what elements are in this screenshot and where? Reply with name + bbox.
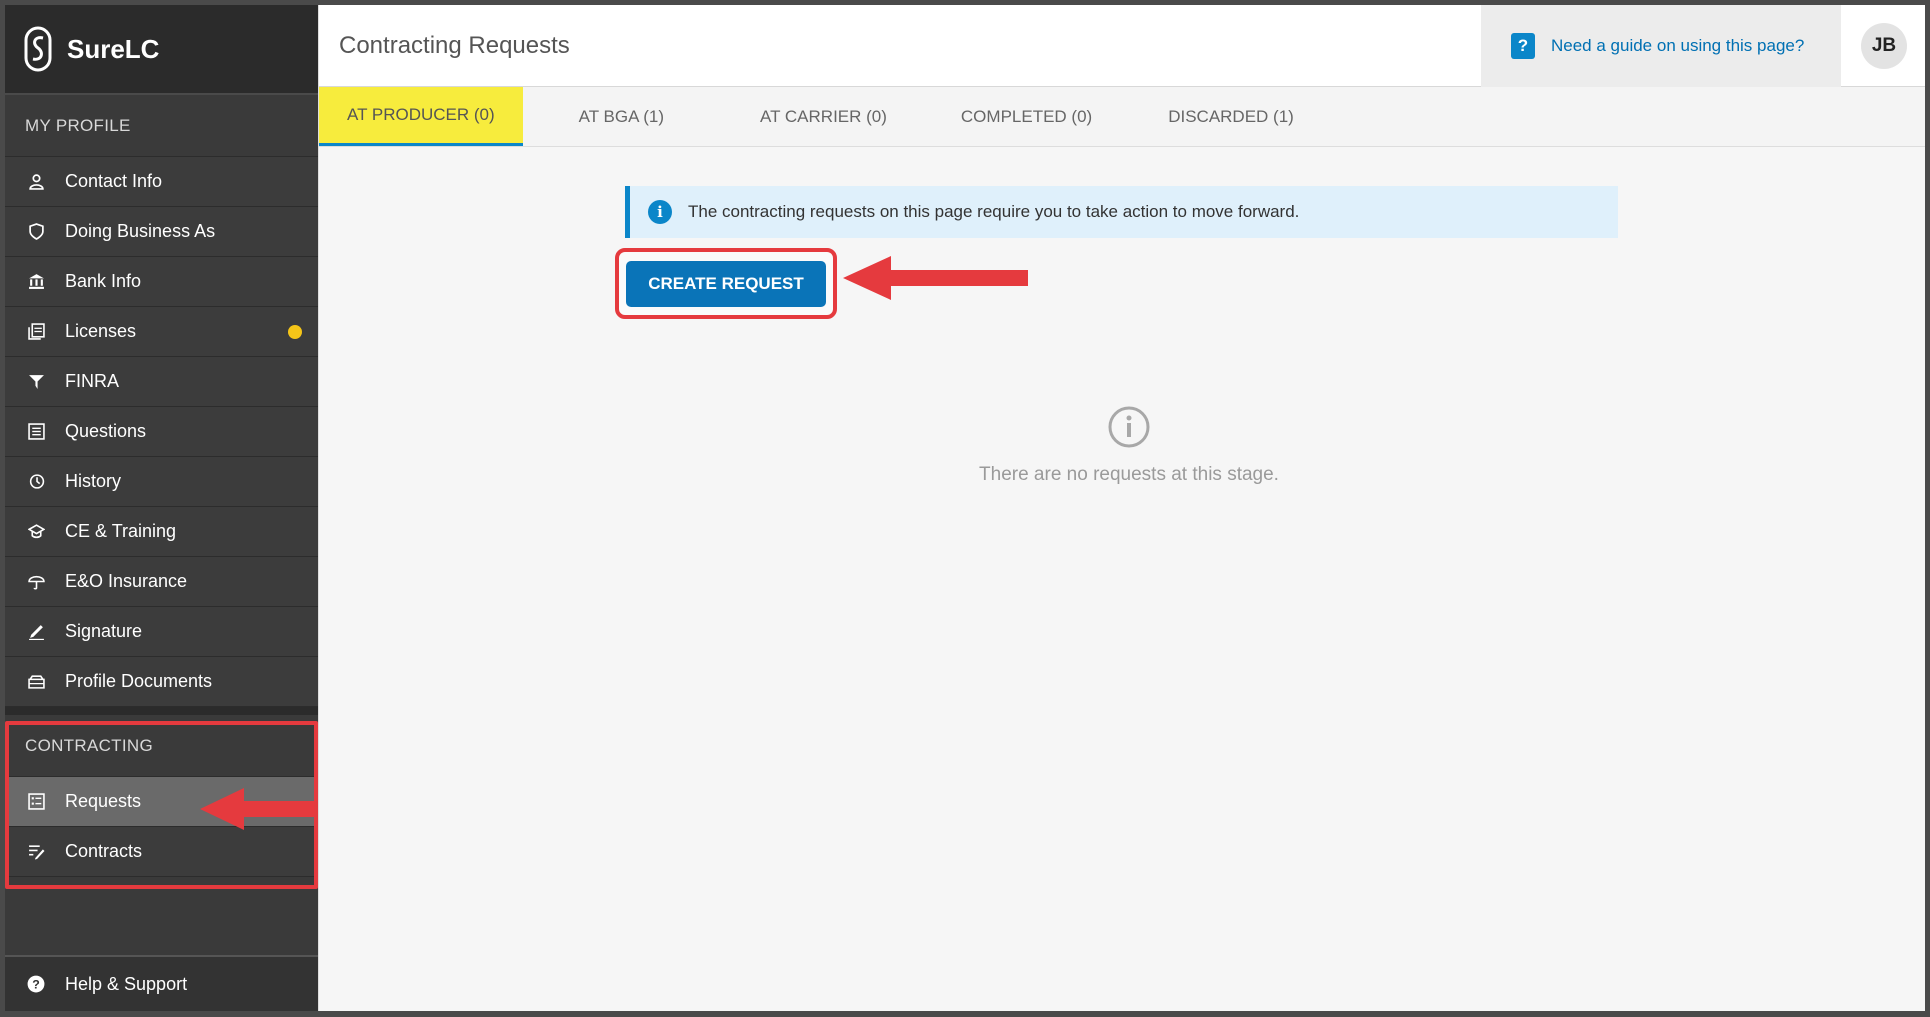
sidebar-divider <box>5 707 318 715</box>
tab-completed[interactable]: COMPLETED (0) <box>915 87 1128 146</box>
license-icon <box>25 321 47 343</box>
alert-text: The contracting requests on this page re… <box>688 202 1300 221</box>
info-alert: i The contracting requests on this page … <box>625 186 1618 238</box>
sidebar-item-label: Bank Info <box>65 271 142 291</box>
sidebar-item-label: Requests <box>65 791 142 811</box>
warning-dot <box>288 325 302 339</box>
top-bar: Contracting Requests ? Need a guide on u… <box>319 5 1925 87</box>
sidebar-item-label: Help & Support <box>65 973 188 994</box>
sidebar-item-bank-info[interactable]: Bank Info <box>5 257 318 307</box>
sidebar-item-label: Contracts <box>65 841 143 861</box>
tab-discarded[interactable]: DISCARDED (1) <box>1128 87 1330 146</box>
logo-icon <box>23 25 53 73</box>
app-window: SureLC MY PROFILE Contact Info Doing Bus… <box>5 5 1925 1011</box>
tab-bar: AT PRODUCER (0) AT BGA (1) AT CARRIER (0… <box>319 87 1925 147</box>
sidebar-item-contact-info[interactable]: Contact Info <box>5 157 318 207</box>
sidebar-item-signature[interactable]: Signature <box>5 607 318 657</box>
contracts-icon <box>25 841 47 863</box>
shield-icon <box>25 221 47 243</box>
empty-message: There are no requests at this stage. <box>979 464 1279 485</box>
umbrella-icon <box>25 571 47 593</box>
sidebar-item-requests[interactable]: Requests <box>5 777 318 827</box>
create-request-button[interactable]: CREATE REQUEST <box>626 260 826 307</box>
guide-link[interactable]: ? Need a guide on using this page? <box>1481 5 1841 87</box>
sidebar-item-label: FINRA <box>65 371 119 391</box>
pen-icon <box>25 621 47 643</box>
tab-at-producer[interactable]: AT PRODUCER (0) <box>319 87 523 146</box>
main-content: Contracting Requests ? Need a guide on u… <box>318 5 1925 1011</box>
history-icon <box>25 471 47 493</box>
sidebar-item-profile-documents[interactable]: Profile Documents <box>5 657 318 707</box>
sidebar-item-label: History <box>65 471 122 491</box>
guide-label: Need a guide on using this page? <box>1551 36 1805 55</box>
sidebar-item-label: Contact Info <box>65 171 163 191</box>
sidebar-item-label: Signature <box>65 621 143 641</box>
sidebar-item-label: Licenses <box>65 321 137 341</box>
info-icon: i <box>648 200 672 224</box>
annotation-button-highlight: CREATE REQUEST <box>615 248 837 319</box>
sidebar-item-history[interactable]: History <box>5 457 318 507</box>
empty-state: There are no requests at this stage. <box>969 405 1289 487</box>
question-icon: ? <box>1511 33 1535 59</box>
sidebar: SureLC MY PROFILE Contact Info Doing Bus… <box>5 5 318 1011</box>
logo-bar: SureLC <box>5 5 318 95</box>
finra-icon <box>25 371 47 393</box>
sidebar-item-licenses[interactable]: Licenses <box>5 307 318 357</box>
list-icon <box>25 421 47 443</box>
my-profile-header: MY PROFILE <box>5 95 318 157</box>
graduation-cap-icon <box>25 521 47 543</box>
help-icon: ? <box>25 973 47 995</box>
tab-at-bga[interactable]: AT BGA (1) <box>523 87 720 146</box>
contracting-header: CONTRACTING <box>5 715 318 777</box>
svg-text:?: ? <box>32 978 40 992</box>
sidebar-item-eo-insurance[interactable]: E&O Insurance <box>5 557 318 607</box>
info-outline-icon <box>1107 405 1151 449</box>
page-title: Contracting Requests <box>339 31 570 59</box>
documents-icon <box>25 671 47 693</box>
sidebar-item-finra[interactable]: FINRA <box>5 357 318 407</box>
app-name: SureLC <box>67 33 160 64</box>
person-icon <box>25 171 47 193</box>
tab-at-carrier[interactable]: AT CARRIER (0) <box>720 87 915 146</box>
sidebar-item-contracts[interactable]: Contracts <box>5 827 318 877</box>
sidebar-item-doing-business-as[interactable]: Doing Business As <box>5 207 318 257</box>
sidebar-item-ce-training[interactable]: CE & Training <box>5 507 318 557</box>
sidebar-item-questions[interactable]: Questions <box>5 407 318 457</box>
sidebar-item-help-support[interactable]: ? Help & Support <box>5 955 318 1011</box>
sidebar-item-label: Questions <box>65 421 147 441</box>
requests-icon <box>25 791 47 813</box>
sidebar-item-label: E&O Insurance <box>65 571 188 591</box>
bank-icon <box>25 271 47 293</box>
avatar[interactable]: JB <box>1861 23 1907 69</box>
sidebar-item-label: Profile Documents <box>65 671 213 691</box>
sidebar-item-label: CE & Training <box>65 521 177 541</box>
sidebar-item-label: Doing Business As <box>65 221 216 241</box>
